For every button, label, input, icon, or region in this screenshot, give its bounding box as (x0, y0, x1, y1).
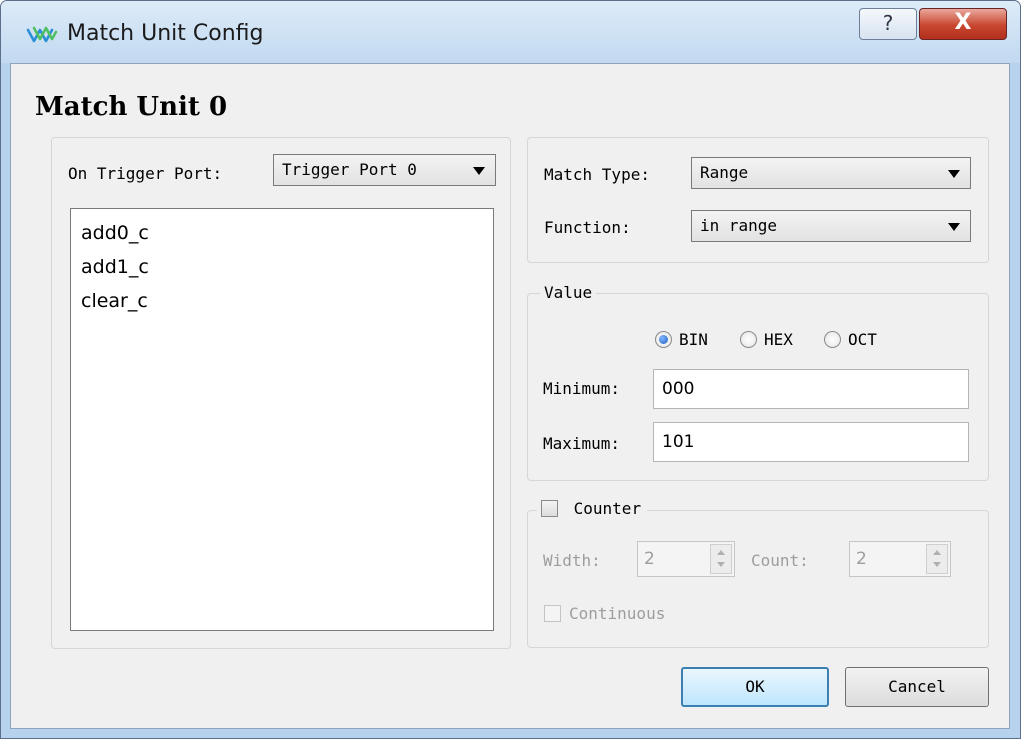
page-title: Match Unit 0 (35, 92, 228, 122)
list-item[interactable]: add1_c (71, 252, 493, 286)
title-bar[interactable]: Match Unit Config ? X (1, 1, 1020, 63)
count-spin-buttons[interactable] (926, 544, 948, 574)
function-value: in range (700, 216, 778, 235)
cancel-button[interactable]: Cancel (845, 667, 989, 707)
maximum-label: Maximum: (543, 434, 621, 453)
maximum-input[interactable]: 101 (653, 422, 969, 462)
radio-hex[interactable] (740, 331, 757, 348)
width-spinbox[interactable]: 2 (637, 541, 735, 577)
ok-button[interactable]: OK (681, 667, 829, 707)
width-label: Width: (543, 551, 601, 570)
value-group-title: Value (540, 283, 597, 302)
count-label: Count: (751, 551, 809, 570)
minimum-input[interactable]: 000 (653, 369, 969, 409)
continuous-checkbox[interactable] (544, 605, 561, 622)
spin-down-icon[interactable] (933, 562, 941, 567)
radio-bin-label[interactable]: BIN (679, 330, 708, 349)
match-type-label: Match Type: (544, 165, 650, 184)
minimum-label: Minimum: (543, 379, 621, 398)
counter-checkbox[interactable] (541, 500, 558, 517)
radio-oct-label[interactable]: OCT (848, 330, 877, 349)
spin-down-icon[interactable] (717, 562, 725, 567)
counter-label[interactable]: Counter (574, 499, 641, 518)
dialog-client-area: Match Unit 0 On Trigger Port: Trigger Po… (10, 63, 1010, 729)
counter-group (527, 510, 989, 648)
chevron-down-icon (948, 170, 960, 178)
spin-up-icon[interactable] (933, 550, 941, 555)
trigger-port-label: On Trigger Port: (68, 164, 223, 183)
list-item[interactable]: clear_c (71, 286, 493, 320)
signal-list[interactable]: add0_c add1_c clear_c (70, 208, 494, 631)
width-spin-buttons[interactable] (710, 544, 732, 574)
function-label: Function: (544, 218, 631, 237)
gowin-logo-icon (26, 26, 58, 43)
window-title: Match Unit Config (67, 21, 264, 46)
count-value: 2 (856, 549, 867, 569)
match-panel (527, 137, 989, 263)
radio-bin[interactable] (655, 331, 672, 348)
match-type-select[interactable]: Range (691, 157, 971, 189)
match-type-value: Range (700, 163, 749, 182)
width-value: 2 (644, 549, 655, 569)
spin-up-icon[interactable] (717, 550, 725, 555)
trigger-port-select[interactable]: Trigger Port 0 (273, 154, 496, 186)
radio-hex-label[interactable]: HEX (764, 330, 793, 349)
chevron-down-icon (473, 167, 485, 175)
help-button[interactable]: ? (859, 8, 917, 40)
function-select[interactable]: in range (691, 210, 971, 242)
trigger-port-value: Trigger Port 0 (282, 160, 417, 179)
dialog-window: Match Unit Config ? X Match Unit 0 On Tr… (0, 0, 1021, 739)
radio-oct[interactable] (824, 331, 841, 348)
close-icon: X (954, 10, 972, 35)
continuous-label[interactable]: Continuous (569, 604, 665, 623)
count-spinbox[interactable]: 2 (849, 541, 951, 577)
list-item[interactable]: add0_c (71, 218, 493, 252)
close-button[interactable]: X (919, 8, 1007, 40)
chevron-down-icon (948, 223, 960, 231)
counter-group-header: Counter (537, 499, 648, 518)
help-icon: ? (882, 11, 894, 35)
